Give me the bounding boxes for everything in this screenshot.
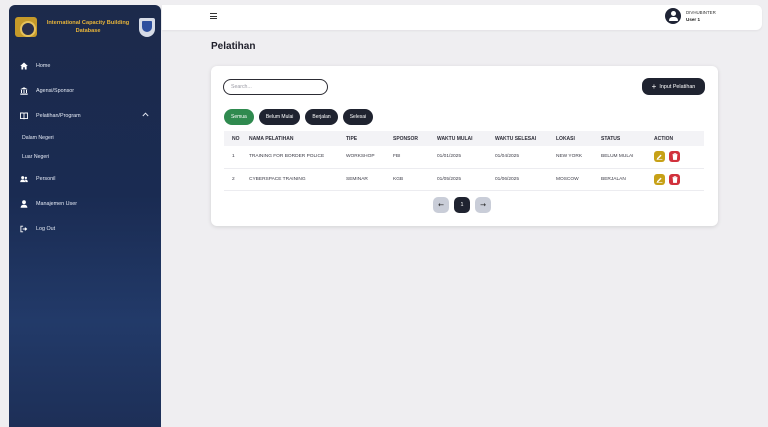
sidebar: International Capacity Building Database…	[9, 5, 161, 427]
user-name: DIVHUBINTER	[686, 10, 716, 15]
pelatihan-table: NO NAMA PELATIHAN TIPE SPONSOR WAKTU MUL…	[224, 131, 704, 191]
brand-title: International Capacity Building Database	[46, 20, 130, 34]
topbar: DIVHUBINTER User 1	[162, 5, 762, 30]
arrow-left-icon: ←	[438, 201, 444, 209]
sidebar-menu: Home Agensi/Sponsor Pelatihan/Program Da…	[9, 53, 161, 241]
sidebar-item-label: Log Out	[36, 225, 56, 232]
logout-icon	[20, 225, 28, 233]
cell-sponsor: FBI	[393, 146, 437, 169]
current-page-button[interactable]: 1	[454, 197, 470, 213]
sidebar-item-label: Pelatihan/Program	[36, 112, 81, 119]
sidebar-item-home[interactable]: Home	[9, 53, 161, 78]
police-emblem-logo	[15, 17, 37, 37]
cell-nama-pelatihan: TRAINING FOR BORDER POLICE	[249, 146, 346, 169]
sidebar-item-personil[interactable]: Personil	[9, 166, 161, 191]
input-pelatihan-label: Input Pelatihan	[659, 83, 696, 90]
column-header: ACTION	[654, 131, 704, 146]
column-header: TIPE	[346, 131, 393, 146]
input-pelatihan-button[interactable]: + Input Pelatihan	[642, 78, 705, 95]
pagination: ← 1 →	[433, 197, 491, 213]
sidebar-item-label: Agensi/Sponsor	[36, 87, 75, 94]
page-title: Pelatihan	[211, 41, 256, 52]
delete-button[interactable]	[669, 151, 680, 163]
bank-icon	[20, 86, 28, 95]
filter-berjalan-button[interactable]: Berjalan	[305, 109, 338, 125]
next-page-button[interactable]: →	[475, 197, 491, 213]
cell-status: BERJALAN	[601, 168, 654, 191]
sidebar-item-pelatihan-program[interactable]: Pelatihan/Program	[9, 103, 161, 128]
user-role: User 1	[686, 17, 701, 22]
sidebar-item-label: Luar Negeri	[22, 153, 50, 160]
column-header: STATUS	[601, 131, 654, 146]
home-icon	[20, 62, 28, 70]
pencil-icon	[656, 154, 663, 161]
status-filter-group: Semua Belum Mulai Berjalan Selesai	[224, 109, 374, 125]
sidebar-item-dalam-negeri[interactable]: Dalam Negeri	[9, 128, 161, 147]
column-header: NAMA PELATIHAN	[249, 131, 346, 146]
cell-lokasi: NEW YORK	[556, 146, 601, 169]
table-header-row: NO NAMA PELATIHAN TIPE SPONSOR WAKTU MUL…	[224, 131, 704, 146]
sidebar-item-label: Dalam Negeri	[22, 134, 54, 141]
hamburger-menu-icon[interactable]	[210, 13, 217, 19]
cell-action	[654, 146, 704, 169]
cell-nama-pelatihan: CYBERSPACE TRAINING	[249, 168, 346, 191]
edit-button[interactable]	[654, 151, 665, 163]
pencil-icon	[656, 177, 663, 183]
trash-icon	[672, 175, 677, 183]
cell-waktu-selesai: 01/04/2025	[495, 146, 556, 169]
cell-no: 2	[224, 168, 249, 191]
sidebar-item-label: Home	[36, 62, 51, 69]
book-icon	[20, 112, 28, 120]
sidebar-item-label: Manajemen User	[36, 200, 78, 207]
previous-page-button[interactable]: ←	[433, 197, 449, 213]
sidebar-item-agensi-sponsor[interactable]: Agensi/Sponsor	[9, 78, 161, 103]
column-header: SPONSOR	[393, 131, 437, 146]
trash-icon	[672, 153, 677, 161]
column-header: WAKTU SELESAI	[495, 131, 556, 146]
sidebar-item-label: Personil	[36, 175, 56, 182]
delete-button[interactable]	[669, 173, 680, 185]
table-row: 2 CYBERSPACE TRAINING SEMINAR KGB 01/05/…	[224, 168, 704, 191]
sidebar-item-luar-negeri[interactable]: Luar Negeri	[9, 147, 161, 166]
users-icon	[20, 175, 28, 183]
sidebar-item-manajemen-user[interactable]: Manajemen User	[9, 191, 161, 216]
brand: International Capacity Building Database	[9, 5, 161, 41]
filter-selesai-button[interactable]: Selesai	[342, 109, 374, 125]
filter-belum-mulai-button[interactable]: Belum Mulai	[258, 109, 301, 125]
cell-no: 1	[224, 146, 249, 169]
user-icon	[20, 199, 28, 208]
plus-icon: +	[651, 81, 657, 91]
edit-button[interactable]	[654, 173, 665, 185]
cell-tipe: WORKSHOP	[346, 146, 393, 169]
avatar[interactable]	[665, 8, 681, 24]
column-header: NO	[224, 131, 249, 146]
column-header: LOKASI	[556, 131, 601, 146]
cell-waktu-mulai: 01/05/2025	[437, 168, 495, 191]
column-header: WAKTU MULAI	[437, 131, 495, 146]
arrow-right-icon: →	[480, 201, 486, 209]
shield-logo	[139, 17, 155, 37]
chevron-up-icon[interactable]	[142, 112, 149, 119]
search-input[interactable]	[223, 79, 328, 95]
content-card: + Input Pelatihan Semua Belum Mulai Berj…	[211, 66, 718, 226]
table-row: 1 TRAINING FOR BORDER POLICE WORKSHOP FB…	[224, 146, 704, 169]
cell-lokasi: MOSCOW	[556, 168, 601, 191]
cell-status: BELUM MULAI	[601, 146, 654, 169]
cell-waktu-mulai: 01/01/2025	[437, 146, 495, 169]
cell-sponsor: KGB	[393, 168, 437, 191]
sidebar-item-log-out[interactable]: Log Out	[9, 216, 161, 241]
cell-action	[654, 168, 704, 191]
filter-semua-button[interactable]: Semua	[224, 109, 254, 125]
cell-tipe: SEMINAR	[346, 168, 393, 191]
cell-waktu-selesai: 01/06/2025	[495, 168, 556, 191]
